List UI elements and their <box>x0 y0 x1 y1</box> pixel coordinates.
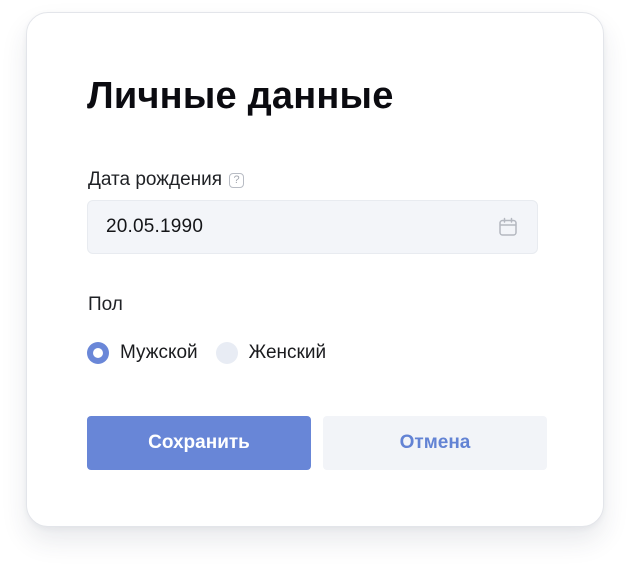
gender-radio-group: Мужской Женский <box>87 341 344 365</box>
save-button[interactable]: Сохранить <box>87 416 311 470</box>
birth-date-label-row: Дата рождения ? <box>88 167 245 193</box>
radio-option-male[interactable]: Мужской <box>87 341 198 365</box>
radio-option-female[interactable]: Женский <box>215 341 326 365</box>
radio-female-unchecked[interactable] <box>215 342 238 364</box>
cancel-button[interactable]: Отмена <box>323 416 547 470</box>
radio-female-label[interactable]: Женский <box>249 341 326 365</box>
birth-date-label: Дата рождения <box>88 169 223 190</box>
page-title: Личные данные <box>87 75 394 117</box>
help-icon[interactable]: ? <box>229 172 245 188</box>
gender-label: Пол <box>88 294 123 315</box>
birth-date-input[interactable]: 20.05.1990 <box>87 200 538 254</box>
birth-date-value[interactable]: 20.05.1990 <box>106 216 497 238</box>
personal-data-card: Личные данные Дата рождения ? 20.05.1990… <box>26 12 604 527</box>
radio-male-checked[interactable] <box>87 342 109 364</box>
radio-male-label[interactable]: Мужской <box>120 341 198 365</box>
calendar-icon[interactable] <box>497 216 519 238</box>
